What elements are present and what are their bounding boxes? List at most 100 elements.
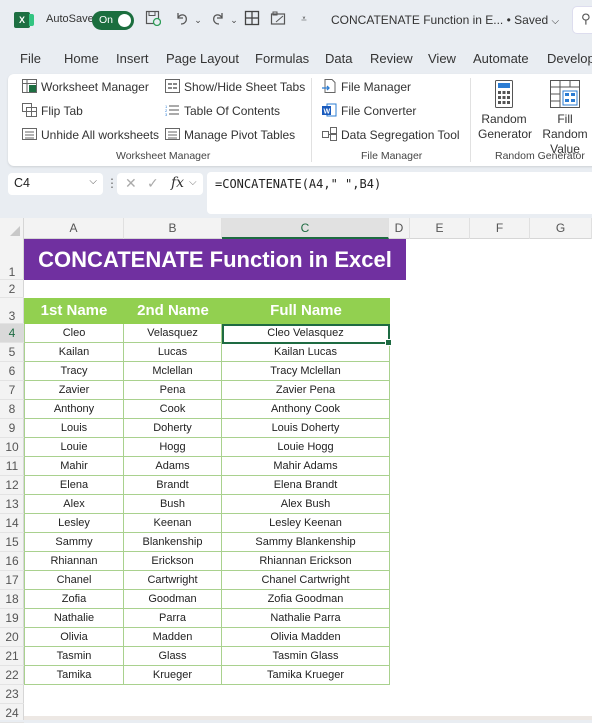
undo-dropdown-icon[interactable]: ⌄	[193, 10, 203, 30]
row-header[interactable]: 15	[0, 533, 24, 552]
cell-first-name[interactable]: Louis	[24, 419, 124, 438]
tab-view[interactable]: View	[428, 51, 456, 66]
unhide-all-worksheets-button[interactable]: Unhide All worksheets	[22, 126, 159, 144]
cell-second-name[interactable]: Cook	[124, 400, 222, 419]
manage-pivot-tables-button[interactable]: Manage Pivot Tables	[165, 126, 295, 144]
save-icon[interactable]	[144, 10, 162, 30]
row-header[interactable]: 4	[0, 324, 24, 343]
cell-second-name[interactable]: Madden	[124, 628, 222, 647]
cell-full-name[interactable]: Lesley Keenan	[222, 514, 390, 533]
cell-first-name[interactable]: Nathalie	[24, 609, 124, 628]
header-second-name[interactable]: 2nd Name	[124, 298, 222, 324]
cell-second-name[interactable]: Blankenship	[124, 533, 222, 552]
search-box[interactable]: ⚲	[572, 6, 592, 34]
tab-data[interactable]: Data	[325, 51, 352, 66]
cell-second-name[interactable]: Bush	[124, 495, 222, 514]
cell-second-name[interactable]: Lucas	[124, 343, 222, 362]
header-full-name[interactable]: Full Name	[222, 298, 390, 324]
cell-first-name[interactable]: Tracy	[24, 362, 124, 381]
chevron-down-icon[interactable]: ⌵	[89, 176, 97, 187]
cell-first-name[interactable]: Zofia	[24, 590, 124, 609]
file-manager-button[interactable]: File Manager	[322, 78, 411, 96]
tab-developer[interactable]: Develop	[547, 51, 592, 66]
row-header[interactable]: 5	[0, 343, 24, 362]
header-first-name[interactable]: 1st Name	[24, 298, 124, 324]
row-header[interactable]: 9	[0, 419, 24, 438]
cell-first-name[interactable]: Louie	[24, 438, 124, 457]
column-header-a[interactable]: A	[24, 218, 124, 239]
column-header-g[interactable]: G	[530, 218, 592, 239]
cell-second-name[interactable]: Cartwright	[124, 571, 222, 590]
row-header[interactable]: 13	[0, 495, 24, 514]
cell-full-name[interactable]: Anthony Cook	[222, 400, 390, 419]
column-header-b[interactable]: B	[124, 218, 222, 239]
redo-dropdown-icon[interactable]: ⌄	[229, 10, 239, 30]
row-header[interactable]: 18	[0, 590, 24, 609]
cell-first-name[interactable]: Lesley	[24, 514, 124, 533]
data-segregation-tool-button[interactable]: Data Segregation Tool	[322, 126, 460, 144]
redo-icon[interactable]	[208, 10, 228, 30]
insert-function-icon[interactable]: fx	[171, 175, 184, 191]
cell-first-name[interactable]: Chanel	[24, 571, 124, 590]
show-hide-sheet-tabs-button[interactable]: Show/Hide Sheet Tabs	[165, 78, 305, 96]
cell-second-name[interactable]: Adams	[124, 457, 222, 476]
cell-second-name[interactable]: Doherty	[124, 419, 222, 438]
cell-first-name[interactable]: Mahir	[24, 457, 124, 476]
cell-full-name[interactable]: Cleo Velasquez	[222, 324, 390, 343]
row-header[interactable]: 17	[0, 571, 24, 590]
tab-page-layout[interactable]: Page Layout	[166, 51, 239, 66]
tab-automate[interactable]: Automate	[473, 51, 529, 66]
cell-full-name[interactable]: Louie Hogg	[222, 438, 390, 457]
cell-full-name[interactable]: Tamika Krueger	[222, 666, 390, 685]
row-header[interactable]: 10	[0, 438, 24, 457]
formula-input[interactable]: =CONCATENATE(A4," ",B4)	[207, 172, 592, 214]
cell-second-name[interactable]: Pena	[124, 381, 222, 400]
tab-file[interactable]: File	[20, 51, 41, 66]
undo-icon[interactable]	[172, 10, 192, 30]
chevron-down-icon[interactable]: ⌵	[189, 177, 197, 188]
name-box[interactable]: C4 ⌵	[8, 173, 103, 195]
cell-full-name[interactable]: Tracy Mclellan	[222, 362, 390, 381]
cell-full-name[interactable]: Zofia Goodman	[222, 590, 390, 609]
row-header[interactable]: 19	[0, 609, 24, 628]
cell-second-name[interactable]: Velasquez	[124, 324, 222, 343]
flip-tab-button[interactable]: Flip Tab	[22, 102, 83, 120]
cell-first-name[interactable]: Kailan	[24, 343, 124, 362]
column-header-e[interactable]: E	[410, 218, 470, 239]
row-header[interactable]: 6	[0, 362, 24, 381]
row-header[interactable]: 11	[0, 457, 24, 476]
random-generator-button[interactable]: Random Generator	[478, 80, 532, 142]
cell-second-name[interactable]: Parra	[124, 609, 222, 628]
cell-first-name[interactable]: Cleo	[24, 324, 124, 343]
cell-second-name[interactable]: Goodman	[124, 590, 222, 609]
document-title[interactable]: CONCATENATE Function in E... • Saved ⌵	[331, 13, 559, 27]
fill-random-value-button[interactable]: Fill Random Value	[533, 80, 592, 157]
cell-first-name[interactable]: Elena	[24, 476, 124, 495]
cell-full-name[interactable]: Elena Brandt	[222, 476, 390, 495]
cell-first-name[interactable]: Zavier	[24, 381, 124, 400]
row-header[interactable]: 22	[0, 666, 24, 685]
row-header[interactable]: 14	[0, 514, 24, 533]
row-header[interactable]: 3	[0, 298, 24, 324]
row-header[interactable]: 16	[0, 552, 24, 571]
row-header[interactable]: 12	[0, 476, 24, 495]
row-header[interactable]: 21	[0, 647, 24, 666]
worksheet-manager-button[interactable]: Worksheet Manager	[22, 78, 149, 96]
row-header[interactable]: 24	[0, 704, 24, 723]
cell-full-name[interactable]: Rhiannan Erickson	[222, 552, 390, 571]
cell-first-name[interactable]: Rhiannan	[24, 552, 124, 571]
autosave-toggle[interactable]: On	[92, 11, 134, 30]
row-header[interactable]: 2	[0, 280, 24, 298]
cell-full-name[interactable]: Kailan Lucas	[222, 343, 390, 362]
cell-second-name[interactable]: Krueger	[124, 666, 222, 685]
column-header-d[interactable]: D	[389, 218, 410, 239]
row-header[interactable]: 7	[0, 381, 24, 400]
cell-full-name[interactable]: Olivia Madden	[222, 628, 390, 647]
tab-home[interactable]: Home	[64, 51, 99, 66]
row-header[interactable]: 20	[0, 628, 24, 647]
cell-full-name[interactable]: Sammy Blankenship	[222, 533, 390, 552]
cell-first-name[interactable]: Sammy	[24, 533, 124, 552]
tab-formulas[interactable]: Formulas	[255, 51, 309, 66]
cell-first-name[interactable]: Alex	[24, 495, 124, 514]
tab-insert[interactable]: Insert	[116, 51, 149, 66]
